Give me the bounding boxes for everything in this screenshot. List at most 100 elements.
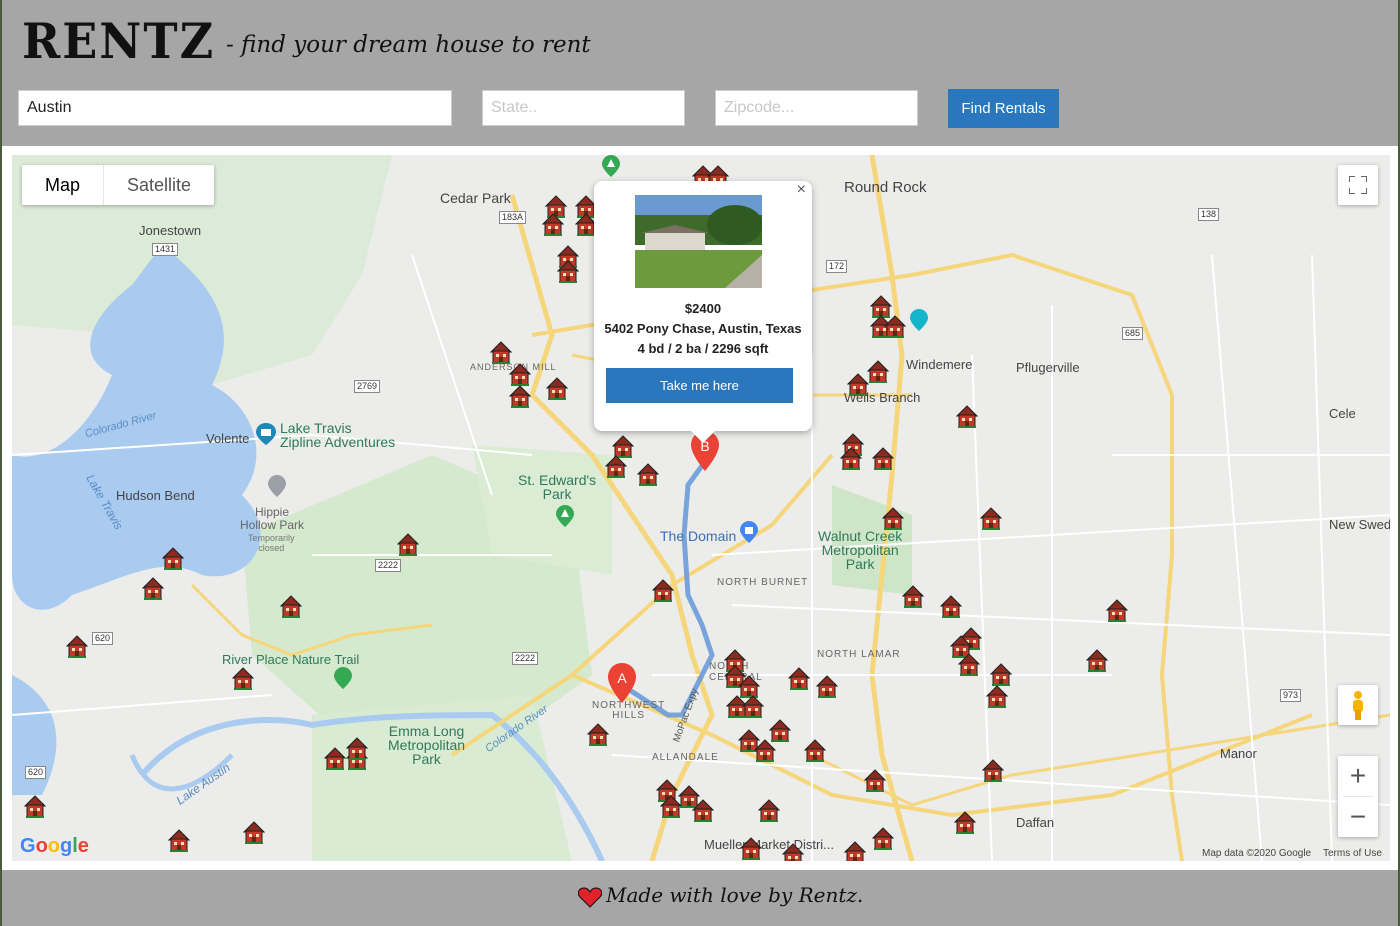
listing-details: 4 bd / 2 ba / 2296 sqft [637,341,769,356]
house-marker-icon[interactable] [740,837,762,861]
park-icon [556,505,574,527]
terms-link[interactable]: Terms of Use [1323,848,1382,859]
map-label-windemere: Windemere [906,357,973,372]
listing-price: $2400 [684,301,722,316]
house-marker-icon[interactable] [24,795,46,819]
house-marker-icon[interactable] [490,341,512,365]
map-type-map-button[interactable]: Map [22,165,105,205]
map-label-volente: Volente [206,431,250,446]
house-marker-icon[interactable] [742,695,764,719]
street-view-button[interactable] [1338,685,1378,725]
house-marker-icon[interactable] [509,363,531,387]
house-marker-icon[interactable] [986,685,1008,709]
house-marker-icon[interactable] [840,447,862,471]
map-label-walnut-creek: Walnut Creek Metropolitan Park [818,528,903,572]
road-shield: 620 [92,632,114,645]
camera-icon [256,423,276,445]
house-marker-icon[interactable] [804,739,826,763]
footer-text: Made with love by Rentz. [606,883,864,907]
listing-address: 5402 Pony Chase, Austin, Texas [604,321,802,336]
map-label-north-burnet: NORTH BURNET [717,577,809,588]
house-marker-icon[interactable] [652,579,674,603]
road-shield: 2222 [375,559,402,572]
house-marker-icon[interactable] [587,723,609,747]
map-label-hippie-hollow: Hippie Hollow Park [240,505,305,532]
house-marker-icon[interactable] [1086,649,1108,673]
tagline: - find your dream house to rent [226,32,591,58]
find-rentals-button[interactable]: Find Rentals [948,89,1059,128]
house-marker-icon[interactable] [280,595,302,619]
house-marker-icon[interactable] [758,799,780,823]
house-marker-icon[interactable] [162,547,184,571]
app-frame: RENTZ - find your dream house to rent Fi… [2,0,1398,926]
house-marker-icon[interactable] [872,447,894,471]
zoom-control: + − [1338,756,1378,837]
map-label-cele: Cele [1329,406,1356,421]
map-label-hudson-bend: Hudson Bend [116,488,195,503]
house-marker-icon[interactable] [782,843,804,861]
road-shield: 138 [1198,208,1220,221]
house-marker-icon[interactable] [816,675,838,699]
house-marker-icon[interactable] [66,635,88,659]
house-marker-icon[interactable] [346,737,368,761]
zipcode-input[interactable] [715,90,918,126]
map[interactable]: Cedar Park Round Rock Jonestown Windemer… [12,155,1390,861]
house-marker-icon[interactable] [243,821,265,845]
house-marker-icon[interactable] [692,799,714,823]
house-marker-icon[interactable] [844,841,866,861]
map-label-the-domain: The Domain [660,528,737,544]
popup-close-button[interactable]: × [797,181,806,199]
park-icon [268,475,286,497]
house-marker-icon[interactable] [542,213,564,237]
map-label-cedar-park: Cedar Park [440,190,511,206]
house-marker-icon[interactable] [788,667,810,691]
house-marker-icon[interactable] [872,827,894,851]
house-marker-icon[interactable] [509,385,531,409]
fullscreen-button[interactable] [1338,165,1378,205]
house-marker-icon[interactable] [605,455,627,479]
map-type-satellite-button[interactable]: Satellite [104,165,214,205]
road-shield: 183A [499,211,527,224]
house-marker-icon[interactable] [867,360,889,384]
house-marker-icon[interactable] [847,373,869,397]
house-marker-icon[interactable] [864,769,886,793]
house-marker-icon[interactable] [882,507,904,531]
house-marker-icon[interactable] [546,377,568,401]
house-marker-icon[interactable] [956,405,978,429]
house-marker-icon[interactable] [954,811,976,835]
house-marker-icon[interactable] [958,653,980,677]
house-marker-icon[interactable] [982,759,1004,783]
map-label-emma-long: Emma Long Metropolitan Park [388,723,466,767]
map-label-river-place: River Place Nature Trail [222,652,360,667]
house-marker-icon[interactable] [990,663,1012,687]
house-marker-icon[interactable] [324,747,346,771]
map-label-daffan: Daffan [1016,815,1055,830]
house-marker-icon[interactable] [884,315,906,339]
road-shield: 172 [826,260,848,273]
road-shield: 2769 [354,380,381,393]
take-me-here-button[interactable]: Take me here [606,368,793,403]
house-marker-icon[interactable] [902,585,924,609]
house-marker-icon[interactable] [142,577,164,601]
fullscreen-icon [1349,176,1367,194]
route-marker-a[interactable]: A [608,663,636,703]
house-marker-icon[interactable] [397,533,419,557]
house-marker-icon[interactable] [940,595,962,619]
logo: RENTZ [22,12,216,70]
zoom-out-button[interactable]: − [1350,797,1366,837]
map-label-lake-travis-zipline: Lake Travis Zipline Adventures [280,420,396,450]
house-marker-icon[interactable] [168,829,190,853]
listing-photo [635,195,762,288]
zoom-in-button[interactable]: + [1350,756,1366,796]
house-marker-icon[interactable] [637,463,659,487]
house-marker-icon[interactable] [1106,599,1128,623]
footer: Made with love by Rentz. [2,870,1398,926]
house-marker-icon[interactable] [980,507,1002,531]
pegman-icon [1353,691,1363,720]
state-input[interactable] [482,90,685,126]
house-marker-icon[interactable] [557,260,579,284]
city-input[interactable] [18,90,452,126]
house-marker-icon[interactable] [754,739,776,763]
house-marker-icon[interactable] [232,667,254,691]
map-label-round-rock: Round Rock [844,179,927,196]
